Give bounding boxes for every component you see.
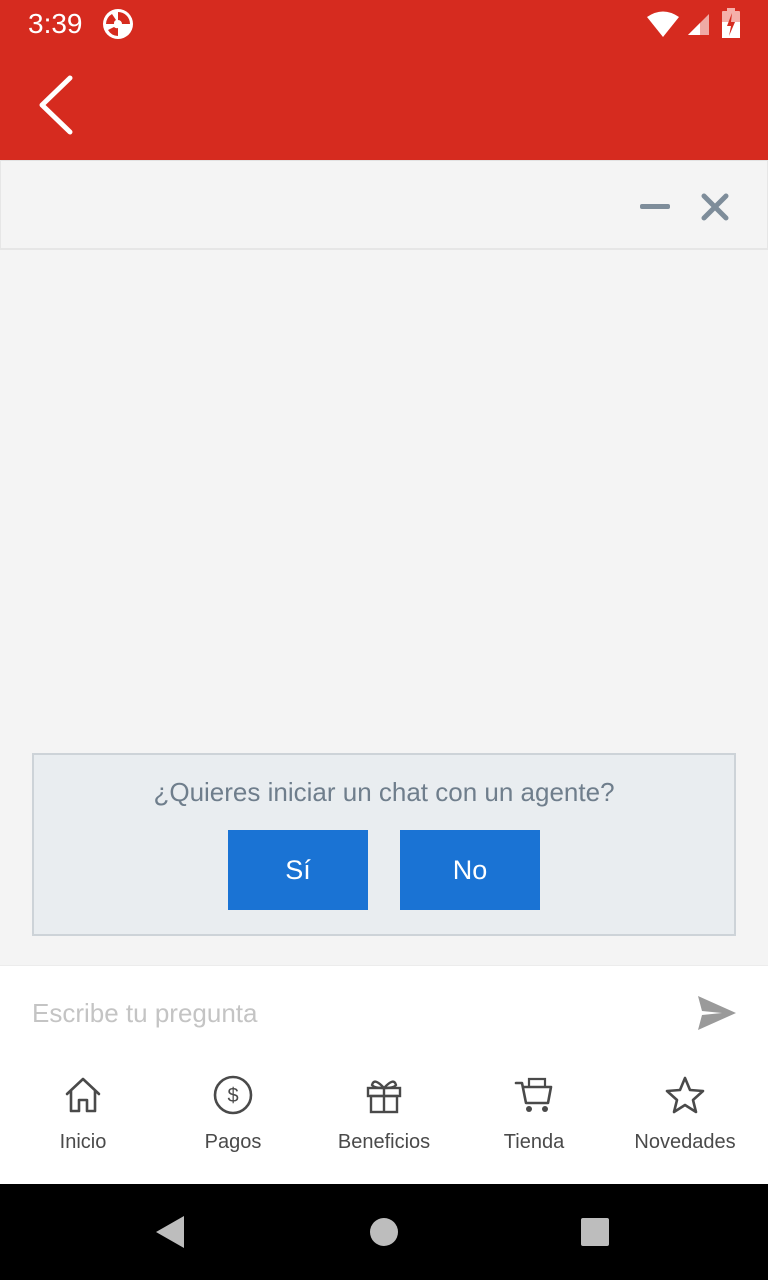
system-back-icon[interactable] xyxy=(154,1214,188,1250)
cart-icon xyxy=(514,1077,553,1112)
nav-item-novedades[interactable]: Novedades xyxy=(610,1059,760,1184)
yes-button[interactable]: Sí xyxy=(228,830,368,910)
question-input[interactable] xyxy=(32,990,662,1036)
nav-item-inicio[interactable]: Inicio xyxy=(8,1059,158,1184)
nav-item-beneficios[interactable]: Beneficios xyxy=(309,1059,459,1184)
home-icon xyxy=(65,1077,101,1113)
nav-label-tienda: Tienda xyxy=(503,1131,565,1153)
wifi-icon xyxy=(647,11,679,37)
send-icon[interactable] xyxy=(696,994,738,1032)
nav-label-novedades: Novedades xyxy=(634,1131,736,1153)
minimize-icon[interactable] xyxy=(635,191,675,221)
bottom-navigation: Inicio $ Pagos Beneficios Tienda Novedad… xyxy=(0,1059,768,1184)
close-icon[interactable] xyxy=(697,189,733,225)
nav-label-beneficios: Beneficios xyxy=(337,1131,431,1153)
no-button[interactable]: No xyxy=(400,830,540,910)
dollar-circle-icon: $ xyxy=(213,1075,253,1115)
nav-label-pagos: Pagos xyxy=(204,1131,262,1153)
nav-label-inicio: Inicio xyxy=(59,1131,107,1153)
start-chat-prompt: ¿Quieres iniciar un chat con un agente? … xyxy=(32,753,736,936)
message-input-bar xyxy=(0,965,768,1059)
signal-icon xyxy=(688,14,709,35)
system-navigation-bar xyxy=(0,1184,768,1280)
system-home-icon[interactable] xyxy=(368,1216,400,1248)
svg-text:$: $ xyxy=(227,1085,238,1107)
status-time: 3:39 xyxy=(28,8,83,39)
battery-icon xyxy=(722,8,740,38)
nav-item-tienda[interactable]: Tienda xyxy=(459,1059,609,1184)
star-icon xyxy=(665,1076,705,1114)
nav-item-pagos[interactable]: $ Pagos xyxy=(158,1059,308,1184)
chat-header xyxy=(0,160,768,250)
status-bar: 3:39 xyxy=(0,0,768,48)
app-bar xyxy=(0,48,768,160)
system-recents-icon[interactable] xyxy=(580,1217,610,1247)
back-arrow-icon[interactable] xyxy=(34,74,78,136)
app-notification-icon xyxy=(103,9,133,39)
prompt-question: ¿Quieres iniciar un chat con un agente? xyxy=(153,777,615,807)
gift-icon xyxy=(366,1080,402,1114)
